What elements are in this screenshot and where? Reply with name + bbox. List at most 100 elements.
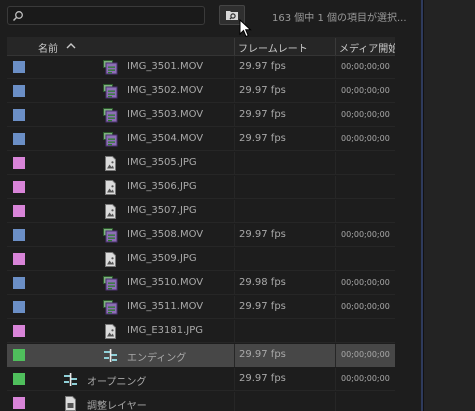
column-divider <box>234 104 235 127</box>
label-color-swatch[interactable] <box>13 325 25 337</box>
selection-status: 163 個中 1 個の項目が選択... <box>272 13 407 24</box>
project-list[interactable]: 名前 フレームレート メディア開始 IMG_3501.MOV 29.97 fps 0… <box>7 37 395 411</box>
item-name: IMG_E3181.JPG <box>127 325 204 336</box>
list-item[interactable]: IMG_E3181.JPG <box>7 320 395 343</box>
item-media-start: 00;00;00;00 <box>341 374 390 383</box>
list-item[interactable]: IMG_3504.MOV 29.97 fps 00;00;00;00 <box>7 128 395 151</box>
item-name: IMG_3505.JPG <box>127 157 197 168</box>
column-divider <box>234 320 235 343</box>
column-header-framerate[interactable]: フレームレート <box>238 40 308 55</box>
sequence-icon <box>63 372 78 387</box>
still-image-icon <box>103 156 118 171</box>
column-divider <box>335 320 336 343</box>
column-divider <box>234 128 235 151</box>
item-name: IMG_3507.JPG <box>127 205 197 216</box>
label-color-swatch[interactable] <box>13 373 25 385</box>
column-divider[interactable] <box>234 38 235 55</box>
item-framerate: 29.97 fps <box>239 229 286 240</box>
search-input[interactable] <box>28 8 198 23</box>
item-media-start: 00;00;00;00 <box>341 110 390 119</box>
column-divider <box>234 248 235 271</box>
sort-ascending-icon[interactable] <box>66 42 76 49</box>
column-divider <box>335 224 336 247</box>
list-item[interactable]: IMG_3507.JPG <box>7 200 395 223</box>
item-framerate: 29.97 fps <box>239 85 286 96</box>
label-color-swatch[interactable] <box>13 109 25 121</box>
sequence-icon <box>103 348 118 363</box>
list-item[interactable]: エンディング 29.97 fps 00;00;00;00 <box>7 344 395 367</box>
item-media-start: 00;00;00;00 <box>341 134 390 143</box>
item-name: IMG_3510.MOV <box>127 277 204 288</box>
column-divider <box>335 80 336 103</box>
list-item[interactable]: オープニング 29.97 fps 00;00;00;00 <box>7 368 395 391</box>
item-framerate: 29.97 fps <box>239 61 286 72</box>
item-media-start: 00;00;00;00 <box>341 302 390 311</box>
clip-video-icon <box>103 228 118 243</box>
item-framerate: 29.97 fps <box>239 349 286 360</box>
item-media-start: 00;00;00;00 <box>341 86 390 95</box>
list-item[interactable]: IMG_3509.JPG <box>7 248 395 271</box>
column-divider <box>234 152 235 175</box>
item-framerate: 29.98 fps <box>239 277 286 288</box>
column-divider <box>234 368 235 391</box>
label-color-swatch[interactable] <box>13 253 25 265</box>
list-item[interactable]: IMG_3502.MOV 29.97 fps 00;00;00;00 <box>7 80 395 103</box>
item-media-start: 00;00;00;00 <box>341 230 390 239</box>
label-color-swatch[interactable] <box>13 397 25 409</box>
item-name: エンディング <box>127 353 187 364</box>
column-divider <box>335 200 336 223</box>
label-color-swatch[interactable] <box>13 181 25 193</box>
mouse-pointer-icon <box>239 19 252 38</box>
item-name: IMG_3508.MOV <box>127 229 204 240</box>
column-divider <box>234 224 235 247</box>
list-item[interactable]: IMG_3501.MOV 29.97 fps 00;00;00;00 <box>7 56 395 79</box>
label-color-swatch[interactable] <box>13 277 25 289</box>
list-header: 名前 フレームレート メディア開始 <box>7 37 395 56</box>
item-media-start: 00;00;00;00 <box>341 278 390 287</box>
list-item[interactable]: IMG_3511.MOV 29.97 fps 00;00;00;00 <box>7 296 395 319</box>
column-divider <box>234 200 235 223</box>
column-divider <box>234 296 235 319</box>
label-color-swatch[interactable] <box>13 349 25 361</box>
column-divider <box>234 56 235 79</box>
clip-video-icon <box>103 300 118 315</box>
column-divider <box>335 152 336 175</box>
column-divider <box>335 128 336 151</box>
search-field[interactable] <box>7 6 205 25</box>
label-color-swatch[interactable] <box>13 229 25 241</box>
item-name: 調整レイヤー <box>87 401 147 411</box>
item-framerate: 29.97 fps <box>239 133 286 144</box>
list-item[interactable]: IMG_3506.JPG <box>7 176 395 199</box>
item-name: オープニング <box>87 377 147 388</box>
list-item[interactable]: 調整レイヤー <box>7 392 395 411</box>
list-item[interactable]: IMG_3510.MOV 29.98 fps 00;00;00;00 <box>7 272 395 295</box>
list-item[interactable]: IMG_3508.MOV 29.97 fps 00;00;00;00 <box>7 224 395 247</box>
label-color-swatch[interactable] <box>13 157 25 169</box>
list-item[interactable]: IMG_3503.MOV 29.97 fps 00;00;00;00 <box>7 104 395 127</box>
item-name: IMG_3509.JPG <box>127 253 197 264</box>
item-media-start: 00;00;00;00 <box>341 62 390 71</box>
adjustment-layer-icon <box>63 396 78 411</box>
column-header-name[interactable]: 名前 <box>38 40 58 55</box>
column-divider[interactable] <box>335 38 336 55</box>
column-divider <box>234 272 235 295</box>
column-divider <box>335 248 336 271</box>
item-name: IMG_3503.MOV <box>127 109 204 120</box>
still-image-icon <box>103 180 118 195</box>
column-divider <box>335 272 336 295</box>
column-divider <box>335 344 336 367</box>
label-color-swatch[interactable] <box>13 205 25 217</box>
column-divider <box>335 104 336 127</box>
item-name: IMG_3501.MOV <box>127 61 204 72</box>
label-color-swatch[interactable] <box>13 133 25 145</box>
label-color-swatch[interactable] <box>13 301 25 313</box>
item-framerate: 29.97 fps <box>239 301 286 312</box>
label-color-swatch[interactable] <box>13 61 25 73</box>
still-image-icon <box>103 324 118 339</box>
column-header-media-start[interactable]: メディア開始 <box>339 40 395 55</box>
label-color-swatch[interactable] <box>13 85 25 97</box>
item-name: IMG_3506.JPG <box>127 181 197 192</box>
list-item[interactable]: IMG_3505.JPG <box>7 152 395 175</box>
column-divider <box>234 176 235 199</box>
search-icon <box>12 11 23 22</box>
